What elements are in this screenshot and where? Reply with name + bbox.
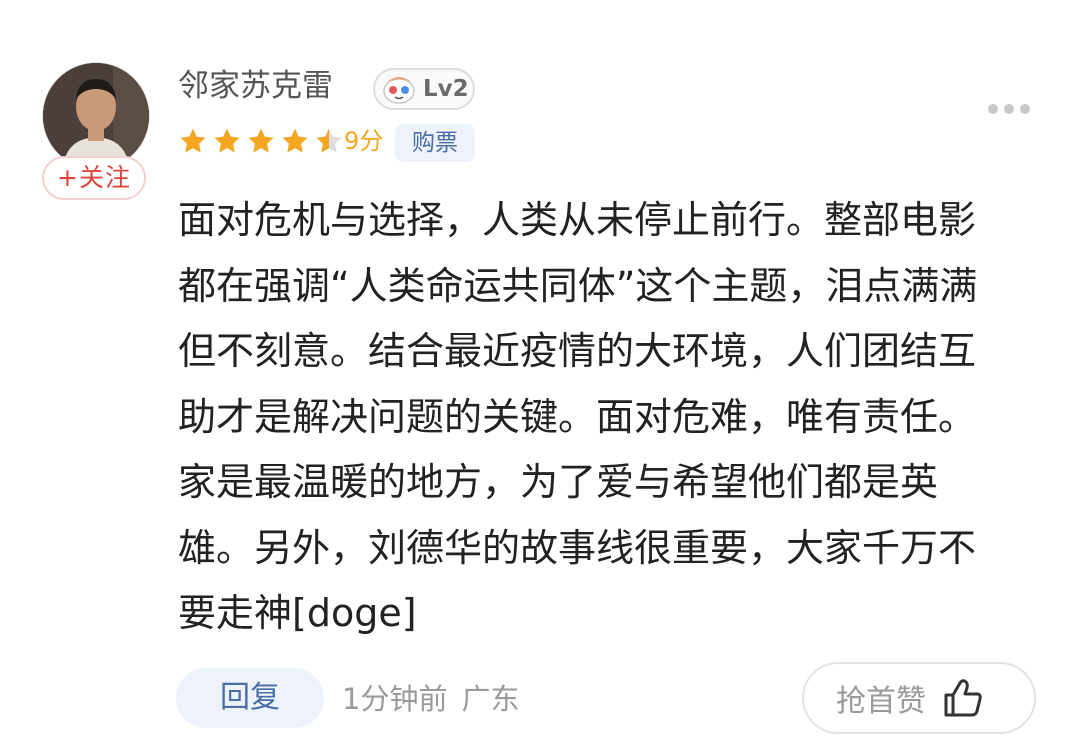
rating-score: 9分: [344, 127, 384, 155]
star-rating: [178, 126, 348, 156]
follow-button[interactable]: +关注: [42, 156, 146, 200]
half-star-icon: [316, 128, 342, 153]
mascot-level-icon: [379, 72, 419, 106]
thumbs-up-icon: [944, 679, 982, 717]
username[interactable]: 邻家苏克雷: [178, 64, 333, 108]
comment-time: 1分钟前: [342, 682, 448, 716]
level-label: Lv2: [423, 76, 469, 102]
more-dots-icon[interactable]: [988, 104, 1030, 114]
star-icon: [214, 128, 240, 153]
reply-button[interactable]: 回复: [176, 668, 324, 728]
level-badge: Lv2: [373, 68, 475, 110]
star-icon: [180, 128, 206, 153]
like-label: 抢首赞: [836, 684, 926, 719]
comment-text: 面对危机与选择，人类从未停止前行。整部电影都在强调“人类命运共同体”这个主题，泪…: [178, 198, 978, 635]
purchase-tag: 购票: [395, 124, 475, 162]
comment-location: 广东: [461, 682, 520, 716]
like-button[interactable]: 抢首赞: [802, 662, 1036, 734]
avatar[interactable]: [42, 62, 150, 170]
star-icon: [282, 128, 308, 153]
star-icon: [248, 128, 274, 153]
comment-meta: 1分钟前 广东: [342, 676, 519, 722]
